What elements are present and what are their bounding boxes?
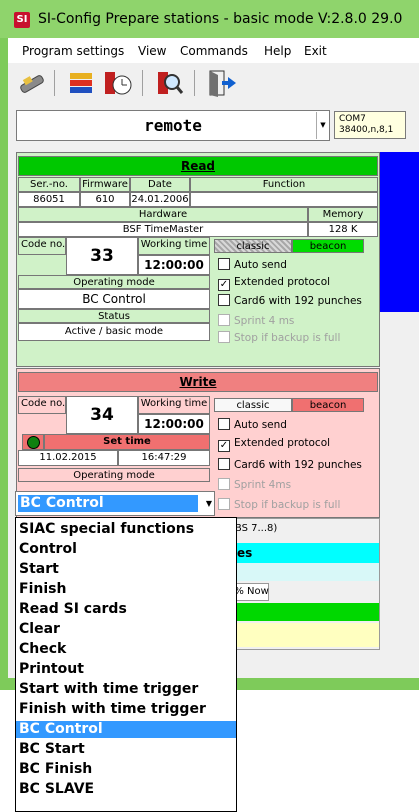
read-opmode-value: BC Control: [18, 289, 210, 309]
read-status-label: Status: [18, 309, 210, 323]
function-value: [190, 192, 378, 207]
date-value: 24.01.2006: [130, 192, 190, 207]
opmode-dropdown-list: SIAC special functions Control Start Fin…: [15, 517, 237, 812]
option-finish[interactable]: Finish: [16, 581, 236, 598]
write-opmode-label: Operating mode: [18, 468, 210, 482]
write-code-label: Code no.: [18, 396, 66, 414]
write-auto-send[interactable]: Auto send: [218, 418, 287, 431]
memory-label: Memory: [308, 207, 378, 222]
option-printout[interactable]: Printout: [16, 661, 236, 678]
com-port-box[interactable]: COM7 38400,n,8,1: [334, 111, 406, 139]
write-working-time-label: Working time: [138, 396, 210, 414]
menu-view[interactable]: View: [138, 44, 166, 58]
option-check[interactable]: Check: [16, 641, 236, 658]
settime-icon-holder[interactable]: [22, 434, 44, 450]
write-date-value: 11.02.2015: [18, 450, 118, 466]
read-stop-backup: Stop if backup is full: [218, 331, 340, 344]
read-auto-send: Auto send: [218, 258, 287, 271]
write-stop-backup: Stop if backup is full: [218, 498, 340, 511]
option-bc-control[interactable]: BC Control: [16, 721, 236, 738]
date-label: Date: [130, 177, 190, 192]
option-start[interactable]: Start: [16, 561, 236, 578]
app-icon: SI: [14, 12, 30, 28]
chevron-down-icon: ▼: [205, 499, 212, 508]
option-bc-slave[interactable]: BC SLAVE: [16, 781, 236, 798]
write-time-value: 16:47:29: [118, 450, 210, 466]
read-header: Read: [18, 156, 378, 176]
functions-area: (BS 7...8) es 5% Now: [216, 518, 380, 650]
magnifier-icon[interactable]: [154, 68, 186, 98]
menu-commands[interactable]: Commands: [180, 44, 248, 58]
write-beacon-button[interactable]: beacon: [292, 398, 364, 412]
option-siac[interactable]: SIAC special functions: [16, 521, 236, 538]
option-bc-start[interactable]: BC Start: [16, 741, 236, 758]
read-opmode-label: Operating mode: [18, 275, 210, 289]
read-code-label: Code no.: [18, 237, 66, 255]
ser-no-value: 86051: [18, 192, 80, 207]
write-opmode-select[interactable]: BC Control ▼: [15, 491, 215, 516]
hardware-label: Hardware: [18, 207, 308, 222]
firmware-label: Firmware: [80, 177, 130, 192]
exit-door-icon[interactable]: [206, 68, 238, 98]
write-extended-protocol[interactable]: ✓ Extended protocol: [218, 437, 330, 452]
read-sprint: Sprint 4 ms: [218, 314, 294, 327]
read-code-value: 33: [66, 237, 138, 275]
com-port: COM7: [339, 114, 366, 124]
read-card6: Card6 with 192 punches: [218, 294, 362, 307]
read-extended-protocol: ✓ Extended protocol: [218, 276, 331, 291]
hardware-value: BSF TimeMaster: [18, 222, 308, 237]
write-card6[interactable]: Card6 with 192 punches: [218, 458, 362, 471]
read-working-time-value: 12:00:00: [138, 255, 210, 275]
firmware-value: 610: [80, 192, 130, 207]
si-card-icon[interactable]: [66, 68, 98, 98]
progress-bar: [217, 603, 379, 621]
read-status-value: Active / basic mode: [18, 323, 210, 341]
station-select[interactable]: remote: [16, 110, 330, 141]
title-bar[interactable]: SI SI-Config Prepare stations - basic mo…: [0, 0, 419, 38]
function-label: Function: [190, 177, 378, 192]
menu-exit[interactable]: Exit: [304, 44, 327, 58]
wrench-icon[interactable]: [16, 68, 48, 98]
chevron-down-icon[interactable]: ▼: [316, 112, 329, 139]
write-header: Write: [18, 372, 378, 392]
menu-program-settings[interactable]: Program settings: [22, 44, 124, 58]
read-beacon: beacon: [292, 239, 364, 253]
write-classic-button[interactable]: classic: [214, 398, 292, 412]
read-working-time-label: Working time: [138, 237, 210, 255]
ser-no-label: Ser.-no.: [18, 177, 80, 192]
write-code-input[interactable]: 34: [66, 396, 138, 434]
com-settings: 38400,n,8,1: [339, 125, 394, 135]
option-read-si-cards[interactable]: Read SI cards: [16, 601, 236, 618]
menu-help[interactable]: Help: [264, 44, 291, 58]
functions-banner: es: [217, 543, 379, 563]
menu-bar: Program settings View Commands Help Exit: [8, 38, 419, 63]
toolbar: [8, 64, 419, 104]
write-opmode-selected: BC Control: [18, 495, 198, 512]
bs-range-label: (BS 7...8): [231, 523, 278, 534]
clock-icon[interactable]: [102, 68, 134, 98]
clock-icon: [27, 436, 40, 449]
read-classic: classic: [214, 239, 292, 253]
set-time-button[interactable]: Set time: [44, 434, 210, 450]
option-bc-finish[interactable]: BC Finish: [16, 761, 236, 778]
option-finish-time-trigger[interactable]: Finish with time trigger: [16, 701, 236, 718]
blue-panel: [380, 152, 419, 312]
option-clear[interactable]: Clear: [16, 621, 236, 638]
write-working-time-input[interactable]: 12:00:00: [138, 414, 210, 434]
window-title: SI-Config Prepare stations - basic mode …: [38, 11, 403, 27]
memory-value: 128 K: [308, 222, 378, 237]
option-control[interactable]: Control: [16, 541, 236, 558]
option-start-time-trigger[interactable]: Start with time trigger: [16, 681, 236, 698]
write-sprint: Sprint 4ms: [218, 478, 291, 491]
